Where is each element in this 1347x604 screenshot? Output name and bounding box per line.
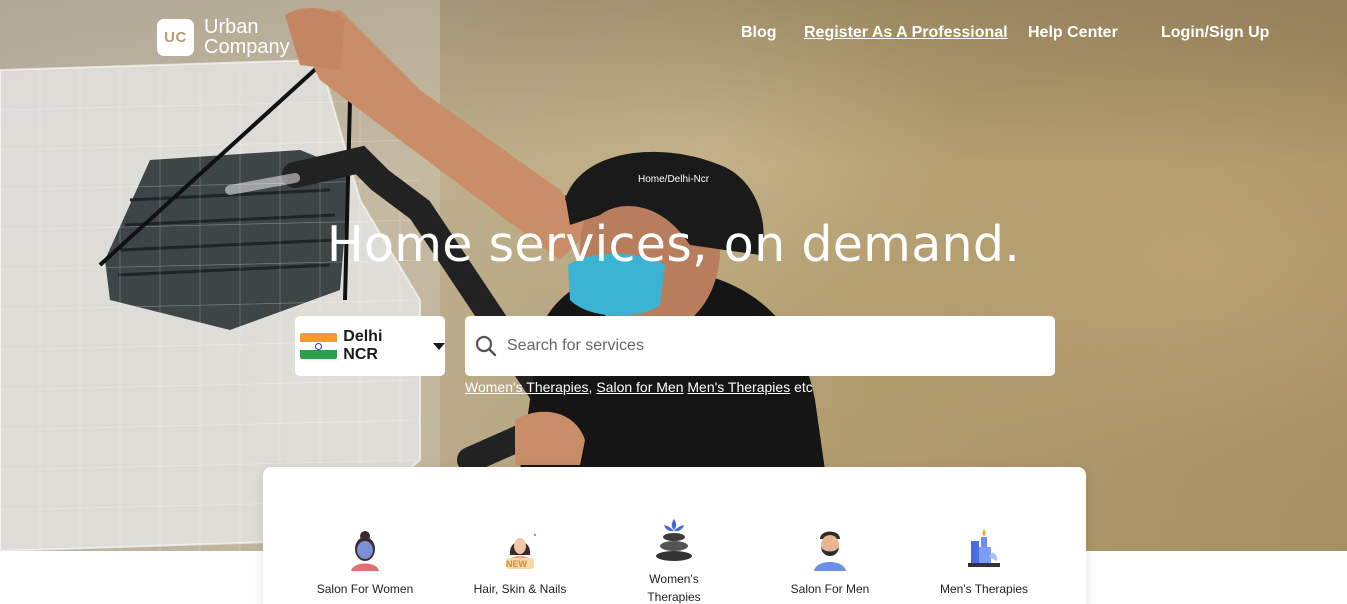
category-womens-therapies[interactable]: Women's Therapies (604, 519, 744, 604)
bearded-man-icon (814, 531, 846, 571)
category-label: Hair, Skin & Nails (473, 582, 567, 596)
city-selector-label: Delhi NCR (343, 328, 383, 363)
search-suggestions: Women's Therapies, Salon for Men Men's T… (465, 379, 813, 395)
category-salon-for-men[interactable]: Salon For Men (760, 527, 900, 598)
candle-spa-icon (968, 529, 1000, 567)
category-hair-skin-nails[interactable]: NEW Hair, Skin & Nails (450, 527, 590, 598)
lotus-stones-icon (656, 519, 692, 561)
suggestion-suffix: etc (790, 379, 813, 395)
nav-register-professional-link[interactable]: Register As A Professional (804, 24, 1008, 42)
category-label: Salon For Men (790, 582, 870, 596)
search-box[interactable] (465, 316, 1055, 376)
search-input[interactable] (507, 337, 1027, 355)
suggestion-separator: , (588, 379, 593, 395)
city-selector[interactable]: Delhi NCR (295, 316, 445, 376)
breadcrumb[interactable]: Home/Delhi-Ncr (638, 174, 709, 185)
brand-logo[interactable]: UC Urban Company (157, 17, 304, 57)
brand-name: Urban Company (204, 16, 290, 58)
category-label: Men's Therapies (939, 582, 1029, 596)
new-badge: NEW (506, 559, 527, 569)
category-mens-therapies[interactable]: Men's Therapies (914, 527, 1054, 598)
nav-login-signup-link[interactable]: Login/Sign Up (1161, 24, 1269, 42)
suggestion-link[interactable]: Men's Therapies (687, 379, 790, 395)
nav-blog-link[interactable]: Blog (741, 24, 777, 42)
category-label: Salon For Women (316, 582, 414, 596)
category-card: Salon For Women NEW Hair, Skin & Nails W… (263, 467, 1086, 604)
woman-face-mask-icon (351, 531, 379, 571)
search-icon (475, 335, 497, 357)
page-headline: Home services, on demand. (326, 216, 1021, 273)
india-flag-icon (300, 333, 338, 359)
category-salon-for-women[interactable]: Salon For Women (295, 527, 435, 598)
caret-down-icon (433, 342, 445, 350)
suggestion-link[interactable]: Women's Therapies (465, 379, 589, 395)
suggestion-link[interactable]: Salon for Men (596, 379, 683, 395)
brand-mark: UC (157, 18, 194, 56)
nav-help-center-link[interactable]: Help Center (1028, 24, 1118, 42)
category-label: Women's Therapies (647, 572, 701, 604)
